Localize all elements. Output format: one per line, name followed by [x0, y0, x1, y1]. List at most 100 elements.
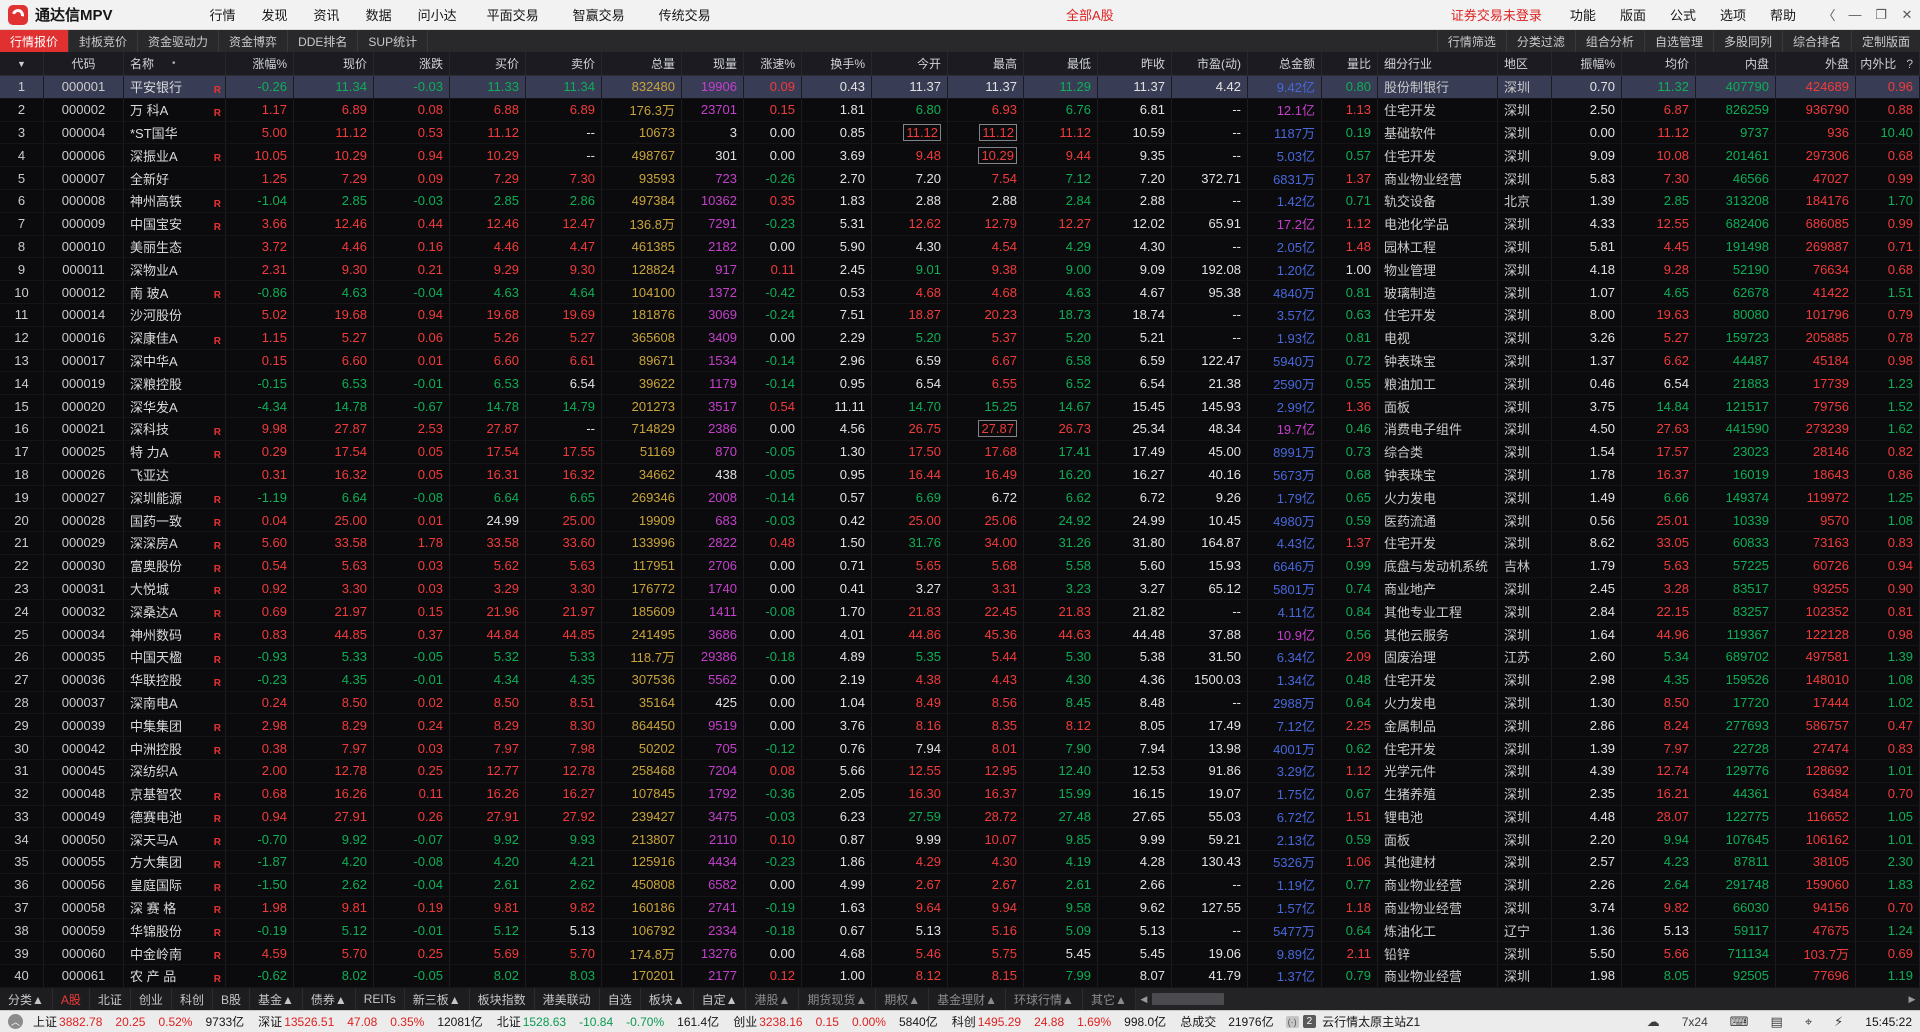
column-header-outer-volume[interactable]: 外盘	[1776, 52, 1856, 76]
menu-item-行情[interactable]: 行情	[197, 0, 249, 30]
help-icon[interactable]: ?	[1906, 57, 1913, 71]
quote-tab-资金驱动力[interactable]: 资金驱动力	[138, 30, 219, 52]
table-row[interactable]: 15000020深华发A-4.3414.78-0.6714.7814.79201…	[0, 395, 1920, 418]
table-row[interactable]: 12000016深康佳AR1.155.270.065.265.273656083…	[0, 327, 1920, 350]
table-row[interactable]: 34000050深天马AR-0.709.92-0.079.929.9321380…	[0, 828, 1920, 851]
column-header-region[interactable]: 地区	[1498, 52, 1552, 76]
market-tab-B股[interactable]: B股	[213, 988, 250, 1010]
market-tab-债券▲[interactable]: 债券▲	[303, 988, 356, 1010]
horizontal-scrollbar[interactable]: ◀ ▶	[1136, 988, 1920, 1010]
toolbar-item-多股同列[interactable]: 多股同列	[1713, 30, 1782, 52]
column-header-turnover-amount[interactable]: 总金额	[1248, 52, 1322, 76]
table-row[interactable]: 3000004*ST国华5.0011.120.5311.12--1067330.…	[0, 122, 1920, 145]
scroll-left-icon[interactable]: ◀	[1136, 994, 1152, 1005]
menu-item-资讯[interactable]: 资讯	[301, 0, 353, 30]
table-row[interactable]: 29000039中集集团R2.988.290.248.298.308644509…	[0, 714, 1920, 737]
close-button[interactable]: ✕	[1894, 0, 1920, 30]
column-header-inner-outer-ratio[interactable]: 内外比?	[1856, 52, 1920, 76]
table-row[interactable]: 30000042中洲控股R0.387.970.037.977.985020270…	[0, 737, 1920, 760]
table-row[interactable]: 21000029深深房AR5.6033.581.7833.5833.601339…	[0, 532, 1920, 555]
table-row[interactable]: 14000019深粮控股-0.156.53-0.016.536.54396221…	[0, 372, 1920, 395]
market-tab-期权▲[interactable]: 期权▲	[876, 988, 929, 1010]
collapse-icon[interactable]: ︿	[8, 1014, 23, 1029]
power-icon[interactable]: ⚡	[1834, 1014, 1843, 1030]
quote-tab-行情报价[interactable]: 行情报价	[0, 30, 69, 52]
column-header-industry[interactable]: 细分行业	[1378, 52, 1498, 76]
table-row[interactable]: 8000010美丽生态3.724.460.164.464.47461385218…	[0, 236, 1920, 259]
market-tab-期货现货▲[interactable]: 期货现货▲	[799, 988, 876, 1010]
column-header-current-volume[interactable]: 现量	[682, 52, 744, 76]
market-tab-创业[interactable]: 创业	[131, 988, 172, 1010]
menu-item-问小达[interactable]: 问小达	[405, 0, 470, 30]
table-row[interactable]: 18000026飞亚达0.3116.320.0516.3116.32346624…	[0, 464, 1920, 487]
quote-tab-SUP统计[interactable]: SUP统计	[358, 30, 428, 52]
table-row[interactable]: 17000025特 力AR0.2917.540.0517.5417.555116…	[0, 441, 1920, 464]
table-row[interactable]: 6000008神州高铁R-1.042.85-0.032.852.86497384…	[0, 190, 1920, 213]
market-tab-港股▲[interactable]: 港股▲	[746, 988, 799, 1010]
market-selector[interactable]: 全部A股	[1066, 5, 1114, 24]
column-header-prev-close[interactable]: 昨收	[1098, 52, 1172, 76]
table-row[interactable]: 32000048京基智农R0.6816.260.1116.2616.271078…	[0, 783, 1920, 806]
toolbar-item-自选管理[interactable]: 自选管理	[1644, 30, 1713, 52]
column-header-ask-price[interactable]: 卖价	[526, 52, 602, 76]
menu-item-选项[interactable]: 选项	[1708, 0, 1758, 30]
column-header-high[interactable]: 最高	[948, 52, 1024, 76]
table-row[interactable]: 27000036华联控股R-0.234.35-0.014.344.3530753…	[0, 669, 1920, 692]
back-button[interactable]: 〈	[1816, 0, 1842, 30]
table-row[interactable]: 38000059华锦股份R-0.195.12-0.015.125.1310679…	[0, 919, 1920, 942]
table-row[interactable]: 7000009中国宝安R3.6612.460.4412.4612.47136.8…	[0, 213, 1920, 236]
menu-item-智赢交易[interactable]: 智赢交易	[556, 0, 642, 30]
table-row[interactable]: 20000028国药一致R0.0425.000.0124.9925.001990…	[0, 509, 1920, 532]
market-tab-新三板▲[interactable]: 新三板▲	[405, 988, 470, 1010]
column-header-speed-pct[interactable]: 涨速%	[744, 52, 802, 76]
menu-item-公式[interactable]: 公式	[1658, 0, 1708, 30]
table-row[interactable]: 37000058深 赛 格R1.989.810.199.819.82160186…	[0, 897, 1920, 920]
cloud-icon[interactable]: ☁	[1647, 1014, 1660, 1030]
column-header-stock-name[interactable]: 名称•	[124, 52, 226, 76]
menu-item-传统交易[interactable]: 传统交易	[642, 0, 728, 30]
table-row[interactable]: 13000017深中华A0.156.600.016.606.6189671153…	[0, 350, 1920, 373]
market-tab-A股[interactable]: A股	[53, 988, 90, 1010]
table-row[interactable]: 26000035中国天楹R-0.935.33-0.055.325.33118.7…	[0, 646, 1920, 669]
column-header-volume-ratio[interactable]: 量比	[1322, 52, 1378, 76]
quote-tab-封板竞价[interactable]: 封板竞价	[69, 30, 138, 52]
column-header-inner-volume[interactable]: 内盘	[1696, 52, 1776, 76]
market-tab-REITs[interactable]: REITs	[356, 988, 405, 1010]
scrollbar-thumb[interactable]	[1152, 993, 1224, 1005]
menu-item-帮助[interactable]: 帮助	[1758, 0, 1808, 30]
table-row[interactable]: 4000006深振业AR10.0510.290.9410.29--4987673…	[0, 144, 1920, 167]
table-row[interactable]: 39000060中金岭南R4.595.700.255.695.70174.8万1…	[0, 942, 1920, 965]
index-summary-北证[interactable]: 北证1528.63-10.84-0.70%161.4亿	[497, 1013, 720, 1030]
table-row[interactable]: 23000031大悦城R0.923.300.033.293.3017677217…	[0, 578, 1920, 601]
toolbar-item-组合分析[interactable]: 组合分析	[1575, 30, 1644, 52]
filter-dropdown-icon[interactable]: ▼	[0, 52, 44, 76]
table-row[interactable]: 33000049德赛电池R0.9427.910.2627.9127.922394…	[0, 806, 1920, 829]
column-header-bid-price[interactable]: 买价	[450, 52, 526, 76]
market-tab-基金理财▲[interactable]: 基金理财▲	[929, 988, 1006, 1010]
toolbar-item-行情筛选[interactable]: 行情筛选	[1437, 30, 1506, 52]
table-row[interactable]: 25000034神州数码R0.8344.850.3744.8444.852414…	[0, 623, 1920, 646]
minimize-button[interactable]: —	[1842, 0, 1868, 30]
market-tab-自选[interactable]: 自选	[600, 988, 641, 1010]
index-summary-深证[interactable]: 深证13526.5147.080.35%12081亿	[258, 1013, 483, 1030]
index-summary-科创[interactable]: 科创1495.2924.881.69%998.0亿	[952, 1013, 1167, 1030]
menu-item-发现[interactable]: 发现	[249, 0, 301, 30]
market-tab-其它▲[interactable]: 其它▲	[1083, 988, 1136, 1010]
market-tab-北证[interactable]: 北证	[90, 988, 131, 1010]
column-header-turnover-pct[interactable]: 换手%	[802, 52, 872, 76]
menu-item-版面[interactable]: 版面	[1608, 0, 1658, 30]
table-row[interactable]: 31000045深纺织A2.0012.780.2512.7712.7825846…	[0, 760, 1920, 783]
table-row[interactable]: 2000002万 科AR1.176.890.086.886.89176.3万23…	[0, 99, 1920, 122]
satellite-icon[interactable]: ⌖	[1805, 1014, 1812, 1030]
table-row[interactable]: 28000037深南电A0.248.500.028.508.5135164425…	[0, 692, 1920, 715]
table-row[interactable]: 10000012南 玻AR-0.864.63-0.044.634.6410410…	[0, 281, 1920, 304]
market-tab-分类▲[interactable]: 分类▲	[0, 988, 53, 1010]
keyboard-icon[interactable]: ⌨	[1730, 1014, 1749, 1030]
market-tab-科创[interactable]: 科创	[172, 988, 213, 1010]
menu-item-平面交易[interactable]: 平面交易	[470, 0, 556, 30]
column-header-pct-change[interactable]: 涨幅%	[226, 52, 294, 76]
table-row[interactable]: 36000056皇庭国际R-1.502.62-0.042.612.6245080…	[0, 874, 1920, 897]
market-tab-港美联动[interactable]: 港美联动	[535, 988, 600, 1010]
table-row[interactable]: 19000027深圳能源R-1.196.64-0.086.646.6526934…	[0, 486, 1920, 509]
quote-tab-DDE排名[interactable]: DDE排名	[288, 30, 358, 52]
